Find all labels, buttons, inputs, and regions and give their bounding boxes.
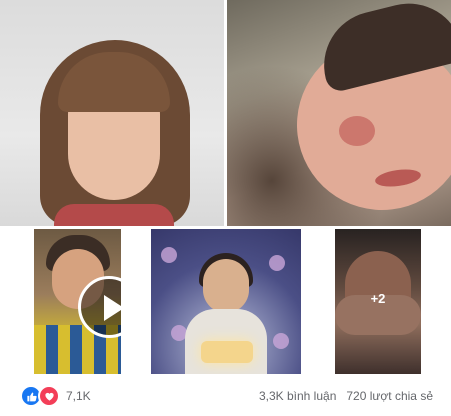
photo-4-birthday-cake bbox=[201, 341, 253, 363]
post-footer: 7,1K 3,3K bình luận 720 lượt chia sẻ bbox=[0, 378, 451, 416]
video-thumbnail[interactable] bbox=[0, 229, 151, 374]
love-icon bbox=[38, 385, 60, 407]
reactions-summary[interactable]: 7,1K bbox=[20, 385, 91, 407]
photo-2[interactable] bbox=[227, 0, 451, 226]
photo-4-flower bbox=[273, 333, 289, 349]
photo-1-shirt bbox=[54, 204, 174, 226]
play-triangle bbox=[104, 295, 121, 321]
reactions-count: 7,1K bbox=[66, 389, 91, 403]
shares-count-link[interactable]: 720 lượt chia sẻ bbox=[346, 389, 433, 403]
photo-5-frame: +2 bbox=[335, 229, 421, 374]
more-photos-overlay[interactable]: +2 bbox=[335, 229, 421, 374]
photo-1[interactable] bbox=[0, 0, 224, 226]
photo-4-flower bbox=[269, 255, 285, 271]
photo-4-flower bbox=[161, 247, 177, 263]
more-photos-count: +2 bbox=[370, 291, 386, 306]
photo-4-frame bbox=[151, 229, 301, 374]
facebook-post: +2 7,1K 3,3K bình luận 720 lượt chia sẻ bbox=[0, 0, 451, 416]
photo-4[interactable] bbox=[151, 229, 301, 374]
engagement-stats: 3,3K bình luận 720 lượt chia sẻ bbox=[259, 389, 433, 403]
photo-5-more[interactable]: +2 bbox=[301, 229, 451, 374]
comments-count-link[interactable]: 3,3K bình luận bbox=[259, 389, 336, 403]
video-frame bbox=[34, 229, 121, 374]
photo-4-face bbox=[203, 259, 249, 313]
photo-2-cheek-rash bbox=[339, 116, 375, 146]
